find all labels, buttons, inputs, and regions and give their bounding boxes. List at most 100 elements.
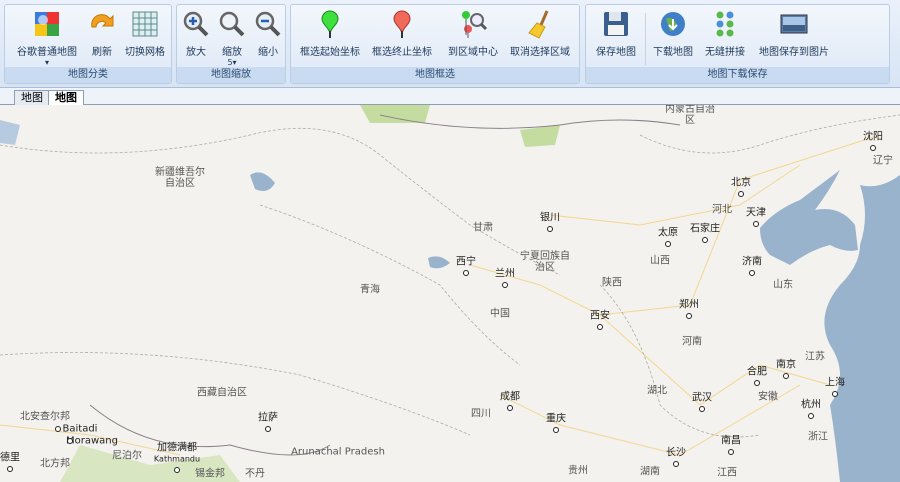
google-map-type-button[interactable]: 谷歌普通地图 ▾ — [11, 7, 83, 69]
map-city-label: 天津 — [746, 207, 766, 219]
stitch-icon — [716, 11, 734, 37]
chevron-down-icon[interactable]: ▾ — [11, 58, 83, 67]
map-city-label: 杭州 — [801, 399, 821, 411]
green-pin-icon — [321, 10, 339, 38]
map-region-label: 辽宁 — [873, 155, 893, 167]
map-region-label: 西藏自治区 — [197, 387, 247, 399]
picture-icon — [780, 14, 808, 34]
map-city-label: 太原 — [658, 227, 678, 239]
city-marker-icon — [783, 373, 789, 379]
map-city-label: 银川 — [540, 212, 560, 224]
city-marker-icon — [808, 413, 814, 419]
map-city-label: 上海 — [825, 377, 845, 389]
city-marker-icon — [547, 226, 553, 232]
city-marker-icon — [738, 191, 744, 197]
zoom-level-button[interactable]: 缩放 5▾ — [217, 7, 247, 69]
map-region-label: 陕西 — [602, 277, 622, 289]
cancel-selection-button[interactable]: 取消选择区域 — [507, 7, 573, 69]
select-start-coord-button[interactable]: 框选起始坐标 — [295, 7, 365, 69]
city-marker-icon — [702, 237, 708, 243]
map-city-label: 拉萨 — [258, 412, 278, 424]
zoom-out-icon — [255, 11, 281, 37]
map-region-label: 河北 — [712, 204, 732, 216]
map-city-label: 德里 — [0, 452, 20, 464]
map-city-label: 郑州 — [679, 299, 699, 311]
grid-icon — [132, 11, 158, 37]
map-region-label: 贵州 — [568, 465, 588, 477]
ribbon-toolbar: 谷歌普通地图 ▾ 刷新 切换网格 地图分类 放大 缩放 5▾ 缩小 地图缩放 框… — [0, 0, 900, 88]
map-region-label: 山东 — [773, 279, 793, 291]
map-region-label: 新疆维吾尔自治区 — [155, 167, 205, 189]
map-region-label: 甘肃 — [473, 222, 493, 234]
bohai-sea — [760, 170, 858, 265]
city-marker-icon — [553, 427, 559, 433]
zoom-out-button[interactable]: 缩小 — [253, 7, 283, 69]
zoom-level-dropdown[interactable]: 5▾ — [217, 58, 247, 67]
map-region-label: 江西 — [717, 467, 737, 479]
zoom-in-button[interactable]: 放大 — [181, 7, 211, 69]
save-map-button[interactable]: 保存地图 — [592, 7, 640, 69]
city-marker-icon — [753, 221, 759, 227]
group-map-selection: 框选起始坐标 框选终止坐标 到区域中心 取消选择区域 地图框选 — [290, 4, 580, 84]
map-region-label: 湖北 — [647, 385, 667, 397]
globe-download-icon — [661, 12, 685, 36]
city-marker-icon — [673, 461, 679, 467]
map-city-label: 长沙 — [666, 447, 686, 459]
map-region-label: 江苏 — [805, 351, 825, 363]
floppy-disk-icon — [604, 12, 628, 36]
city-marker-icon — [665, 241, 671, 247]
map-region-label: 宁夏回族自治区 — [520, 251, 570, 273]
map-city-label: 西安 — [590, 310, 610, 322]
map-city-label: Baitadi — [62, 423, 98, 435]
map-region-label: 安徽 — [758, 391, 778, 403]
map-city-label: 南京 — [776, 359, 796, 371]
city-marker-icon — [686, 313, 692, 319]
group-map-download-save: 保存地图 下载地图 无缝拼接 地图保存到图片 地图下载保存 — [585, 4, 890, 84]
broom-icon — [528, 10, 549, 39]
water-body — [0, 120, 20, 145]
refresh-button[interactable]: 刷新 — [87, 7, 117, 69]
toggle-grid-button[interactable]: 切换网格 — [121, 7, 169, 69]
separator — [645, 13, 646, 65]
map-base-layer — [0, 105, 900, 482]
park-area — [520, 125, 560, 147]
city-marker-icon — [55, 426, 61, 432]
park-area — [360, 105, 430, 123]
map-city-label: Kathmandu — [153, 454, 201, 464]
lake — [250, 172, 275, 191]
document-tabs: 地图 地图 — [0, 88, 900, 106]
map-region-label: 内蒙古自治区 — [665, 105, 715, 126]
map-region-label: 尼泊尔 — [112, 450, 142, 462]
city-marker-icon — [870, 145, 876, 151]
city-marker-icon — [7, 466, 13, 472]
tab-map-1[interactable]: 地图 — [14, 90, 50, 105]
city-marker-icon — [67, 438, 73, 444]
map-region-label: 浙江 — [808, 431, 828, 443]
map-city-label: 北京 — [731, 177, 751, 189]
map-city-label: 加德满都 — [157, 442, 197, 454]
area-center-icon — [462, 11, 488, 38]
map-region-label: 中国 — [490, 308, 510, 320]
city-marker-icon — [749, 270, 755, 276]
zoom-icon — [219, 11, 245, 37]
google-maps-icon — [35, 12, 59, 36]
map-city-label: 成都 — [500, 391, 520, 403]
city-marker-icon — [507, 405, 513, 411]
map-region-label: Arunachal Pradesh — [291, 446, 385, 458]
seamless-stitch-button[interactable]: 无缝拼接 — [700, 7, 750, 69]
map-region-label: 北安查尔邦 — [20, 411, 70, 423]
refresh-icon — [91, 14, 114, 28]
red-pin-icon — [393, 10, 411, 38]
map-city-label: 兰州 — [495, 268, 515, 280]
tab-map-2[interactable]: 地图 — [48, 90, 84, 106]
map-region-label: 四川 — [471, 408, 491, 420]
group-map-type: 谷歌普通地图 ▾ 刷新 切换网格 地图分类 — [4, 4, 172, 84]
download-map-button[interactable]: 下载地图 — [650, 7, 696, 69]
map-region-label: 北方邦 — [40, 458, 70, 470]
map-view[interactable]: 新疆维吾尔自治区 甘肃 宁夏回族自治区 青海 中国 陕西 内蒙古自治区 河北 山西 山东 辽宁 河南江… — [0, 105, 900, 482]
save-map-to-image-button[interactable]: 地图保存到图片 — [754, 7, 834, 69]
map-city-label: 济南 — [742, 256, 762, 268]
select-end-coord-button[interactable]: 框选终止坐标 — [367, 7, 437, 69]
city-marker-icon — [265, 426, 271, 432]
go-to-area-center-button[interactable]: 到区域中心 — [445, 7, 501, 69]
